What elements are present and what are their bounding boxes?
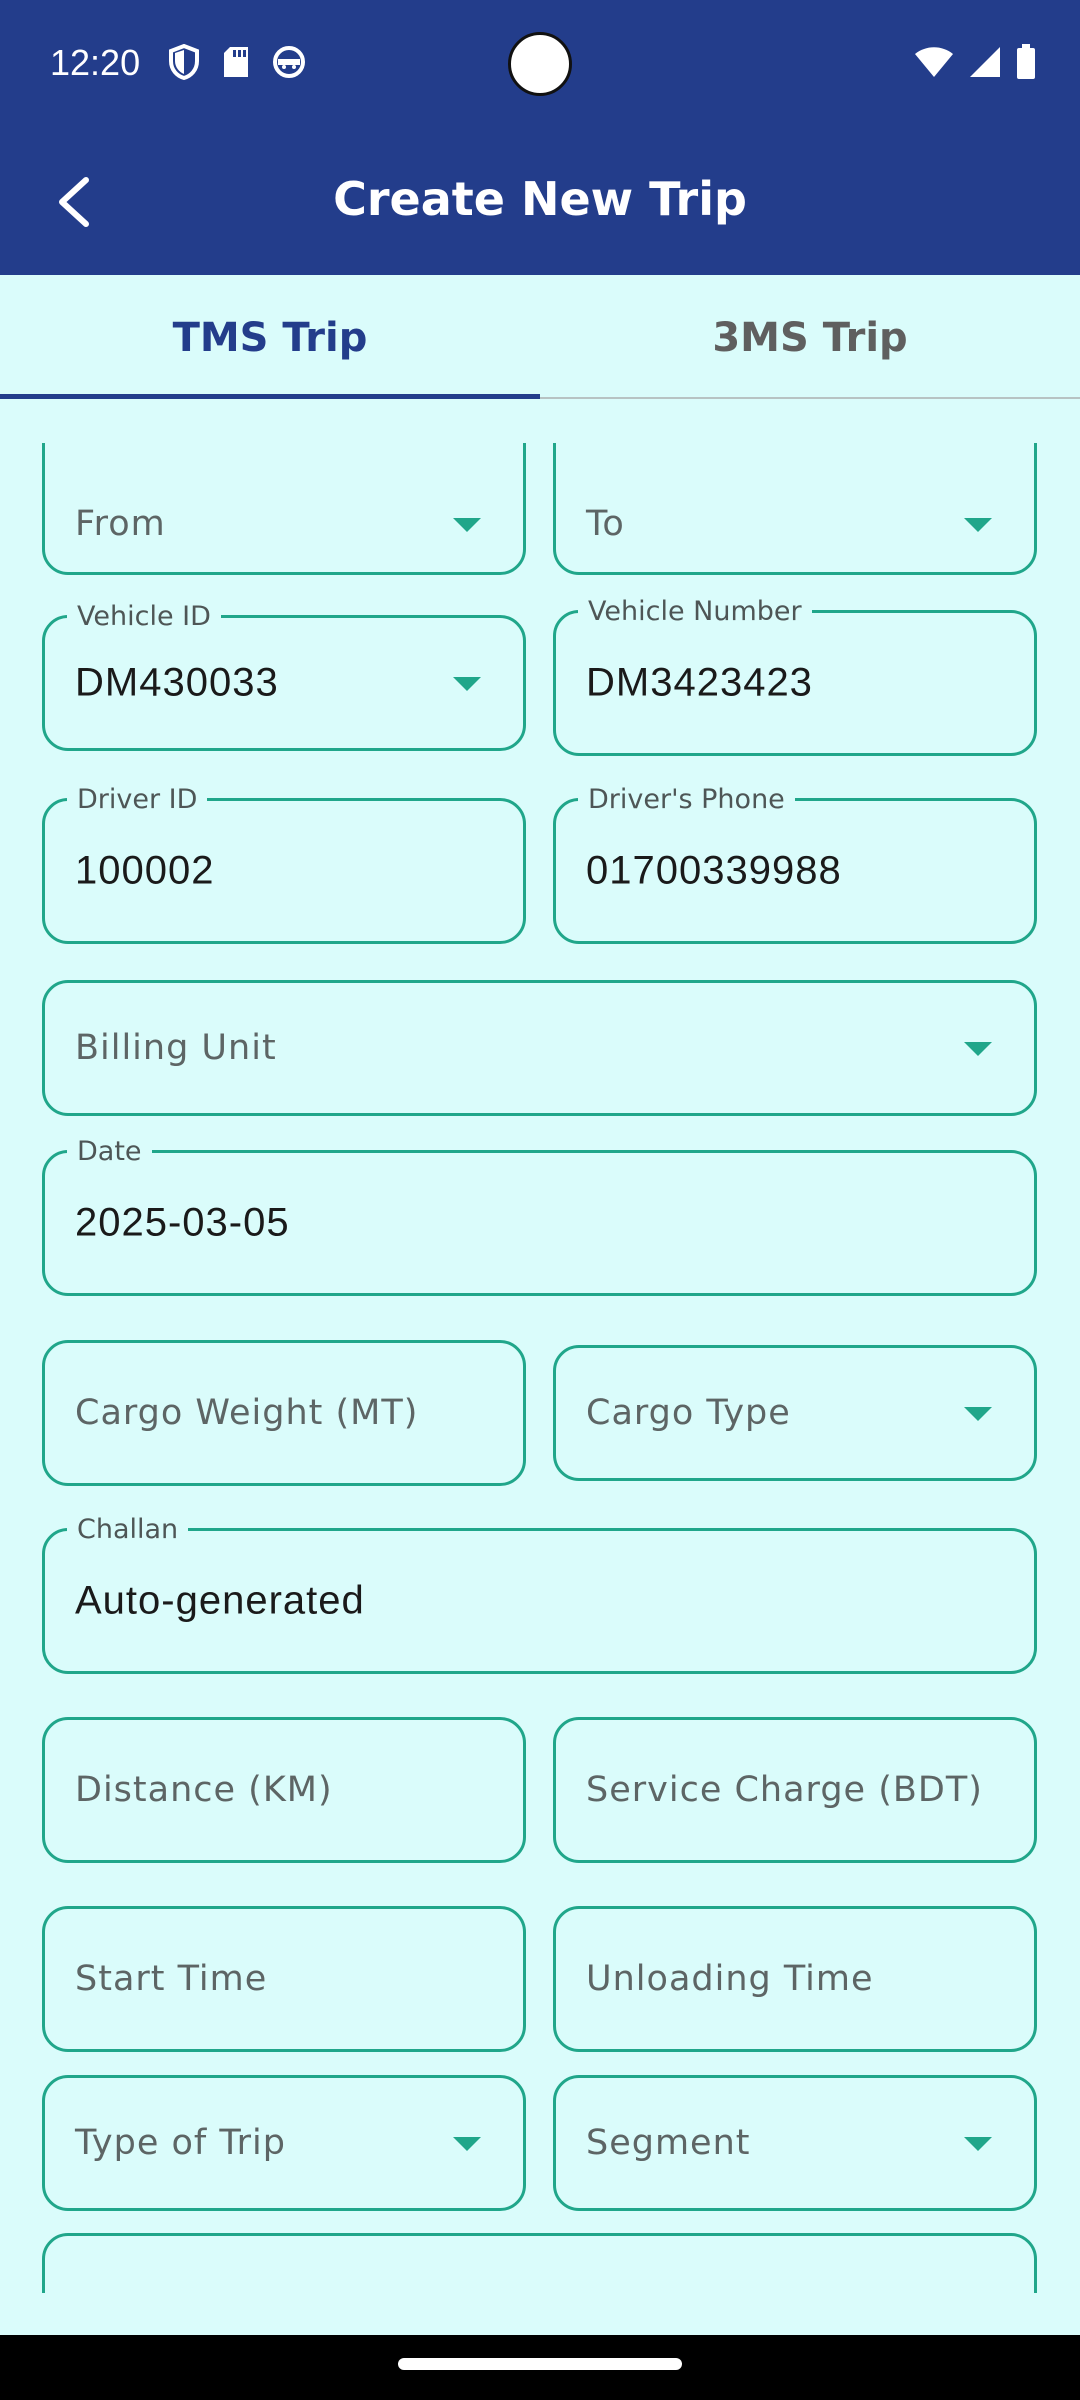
service-charge-placeholder: Service Charge (BDT) xyxy=(586,1770,983,1810)
cellular-signal-icon xyxy=(968,45,1002,83)
billing-unit-placeholder: Billing Unit xyxy=(75,1028,277,1068)
driver-phone-label: Driver's Phone xyxy=(578,785,795,815)
form-content[interactable]: TMS Trip 3MS Trip From To Vehicle ID DM4… xyxy=(0,275,1080,2335)
vehicle-number-label: Vehicle Number xyxy=(578,597,812,627)
cargo-type-placeholder: Cargo Type xyxy=(586,1393,791,1433)
front-camera xyxy=(508,32,572,96)
type-of-trip-dropdown[interactable]: Type of Trip xyxy=(42,2075,526,2211)
date-value: 2025-03-05 xyxy=(75,1200,290,1245)
page-title: Create New Trip xyxy=(333,172,747,226)
cargo-type-dropdown[interactable]: Cargo Type xyxy=(553,1345,1037,1481)
app-bar: 12:20 Create New Trip xyxy=(0,0,1080,275)
shield-icon xyxy=(168,43,200,84)
driver-phone-field[interactable]: Driver's Phone 01700339988 xyxy=(553,785,1037,944)
vehicle-number-field[interactable]: Vehicle Number DM3423423 xyxy=(553,597,1037,756)
start-time-placeholder: Start Time xyxy=(75,1959,268,1999)
dropdown-arrow-icon xyxy=(964,2137,992,2151)
wifi-icon xyxy=(914,45,954,83)
dropdown-arrow-icon xyxy=(964,1042,992,1056)
driver-id-value: 100002 xyxy=(75,848,215,893)
cargo-weight-field[interactable]: Cargo Weight (MT) xyxy=(42,1340,526,1486)
tab-indicator xyxy=(0,394,540,399)
challan-field[interactable]: Challan Auto-generated xyxy=(42,1515,1037,1674)
battery-icon xyxy=(1016,44,1036,84)
driver-phone-value: 01700339988 xyxy=(586,848,842,893)
distance-placeholder: Distance (KM) xyxy=(75,1770,333,1810)
segment-placeholder: Segment xyxy=(586,2123,751,2163)
dropdown-arrow-icon xyxy=(964,1407,992,1421)
android-face-icon xyxy=(272,45,306,83)
cargo-weight-placeholder: Cargo Weight (MT) xyxy=(75,1393,419,1433)
home-gesture-handle[interactable] xyxy=(398,2358,682,2370)
service-charge-field[interactable]: Service Charge (BDT) xyxy=(553,1717,1037,1863)
dropdown-arrow-icon xyxy=(964,518,992,532)
dropdown-arrow-icon xyxy=(453,2137,481,2151)
sd-card-icon xyxy=(222,45,250,83)
from-placeholder: From xyxy=(75,504,166,544)
date-field[interactable]: Date 2025-03-05 xyxy=(42,1137,1037,1296)
unloading-time-field[interactable]: Unloading Time xyxy=(553,1906,1037,2052)
driver-id-field[interactable]: Driver ID 100002 xyxy=(42,785,526,944)
segment-dropdown[interactable]: Segment xyxy=(553,2075,1037,2211)
challan-value: Auto-generated xyxy=(75,1578,365,1623)
distance-field[interactable]: Distance (KM) xyxy=(42,1717,526,1863)
type-of-trip-placeholder: Type of Trip xyxy=(75,2123,286,2163)
dropdown-arrow-icon xyxy=(453,518,481,532)
vehicle-number-value: DM3423423 xyxy=(586,660,813,705)
to-edge xyxy=(553,443,1037,463)
from-edge xyxy=(42,443,526,463)
status-icons-left xyxy=(168,43,306,84)
vehicle-id-label: Vehicle ID xyxy=(67,602,221,632)
dropdown-arrow-icon xyxy=(453,677,481,691)
status-icons-right xyxy=(914,44,1036,84)
tab-3ms-trip[interactable]: 3MS Trip xyxy=(540,275,1080,401)
start-time-field[interactable]: Start Time xyxy=(42,1906,526,2052)
tab-bar: TMS Trip 3MS Trip xyxy=(0,275,1080,401)
challan-label: Challan xyxy=(67,1515,189,1545)
billing-unit-dropdown[interactable]: Billing Unit xyxy=(42,980,1037,1116)
driver-id-label: Driver ID xyxy=(67,785,208,815)
tab-tms-trip[interactable]: TMS Trip xyxy=(0,275,540,401)
bottom-clip xyxy=(0,2293,1080,2335)
to-placeholder: To xyxy=(586,504,625,544)
unloading-time-placeholder: Unloading Time xyxy=(586,1959,874,1999)
date-label: Date xyxy=(67,1137,152,1167)
status-time: 12:20 xyxy=(50,42,141,83)
vehicle-id-value: DM430033 xyxy=(75,660,279,705)
vehicle-id-dropdown[interactable]: Vehicle ID DM430033 xyxy=(42,602,526,751)
